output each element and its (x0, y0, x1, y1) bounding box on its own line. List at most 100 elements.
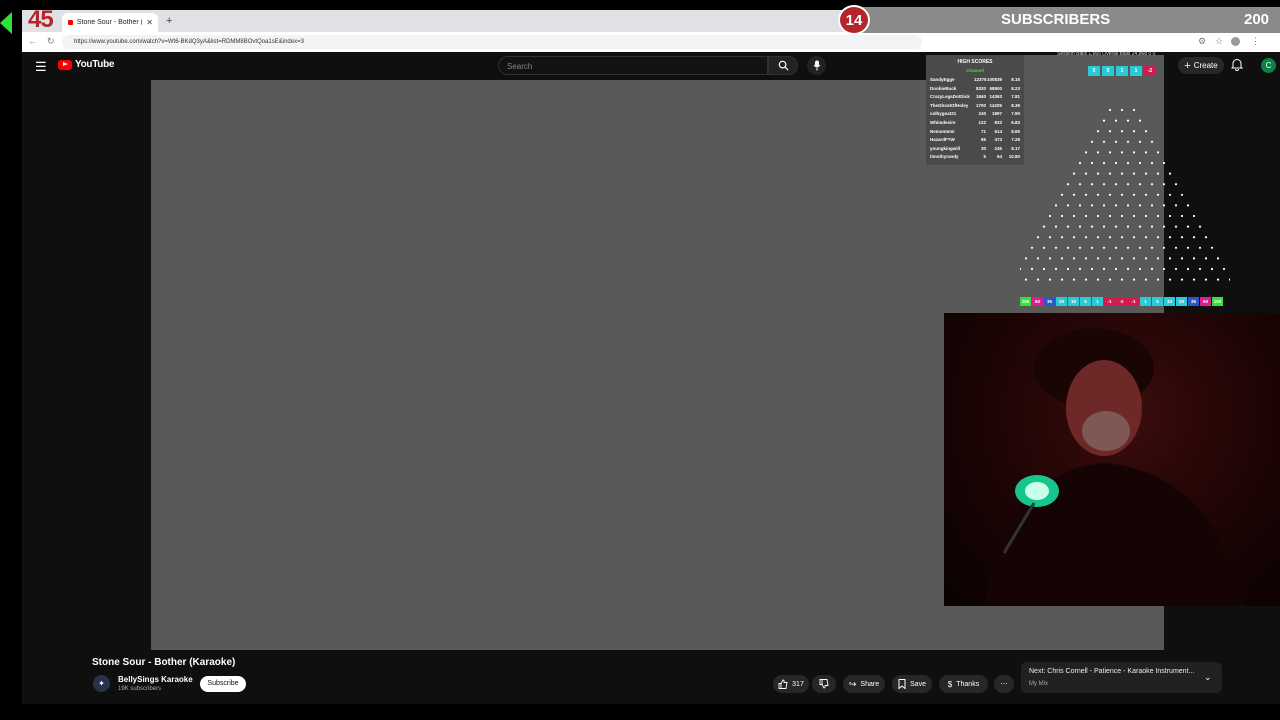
close-tab-icon[interactable]: ✕ (146, 18, 153, 27)
plinko-peg (1072, 214, 1076, 218)
plinko-peg (1150, 161, 1154, 165)
youtube-play-icon (58, 59, 72, 70)
plinko-peg (1150, 204, 1154, 207)
plinko-peg (1090, 161, 1094, 165)
plinko-score-slot: 50 (1200, 297, 1211, 306)
thanks-button[interactable]: $ Thanks (939, 675, 988, 693)
plinko-peg (1054, 204, 1058, 207)
plinko-peg (1048, 257, 1052, 260)
plinko-peg (1186, 225, 1190, 228)
subscribe-button[interactable]: Subscribe (200, 676, 246, 692)
plinko-peg (1096, 130, 1100, 133)
plinko-peg (1114, 161, 1118, 165)
plinko-peg (1084, 193, 1088, 196)
youtube-logo-text: YouTube (75, 59, 115, 70)
plinko-peg (1132, 108, 1136, 112)
plinko-peg (1138, 140, 1142, 143)
plinko-peg (1078, 246, 1082, 249)
plinko-peg (1102, 140, 1106, 143)
account-avatar[interactable]: C (1261, 58, 1276, 73)
plinko-peg (1210, 246, 1214, 249)
plinko-peg (1042, 225, 1046, 228)
more-actions-button[interactable]: ⋯ (994, 675, 1014, 693)
hamburger-menu-icon[interactable]: ☰ (35, 59, 47, 75)
high-score-name: Nemontemi (930, 128, 955, 134)
plinko-score-slot: 10 (1164, 297, 1175, 306)
like-count: 317 (792, 680, 804, 688)
plinko-peg (1174, 267, 1178, 271)
plinko-peg (1144, 172, 1148, 175)
plinko-score-slot: 35 (1188, 297, 1199, 306)
high-score-value: 122 (978, 120, 986, 125)
high-score-name: CrazyLegsDotDick (930, 94, 970, 100)
plinko-peg (1102, 183, 1106, 186)
high-score-value: 833 (994, 120, 1002, 125)
back-icon[interactable]: ← (28, 36, 37, 46)
plinko-peg (1090, 267, 1094, 271)
plinko-peg (1066, 183, 1070, 186)
plinko-peg (1198, 246, 1202, 249)
plinko-peg (1192, 236, 1196, 239)
search-button[interactable] (768, 56, 798, 75)
dislike-button[interactable] (812, 675, 836, 693)
plinko-peg (1132, 130, 1136, 133)
plinko-peg (1108, 108, 1112, 112)
plinko-peg (1192, 278, 1196, 281)
plinko-peg (1192, 257, 1196, 260)
bookmark-icon[interactable]: ☆ (1215, 36, 1223, 47)
extensions-icon[interactable]: ⚙ (1198, 36, 1206, 47)
share-button[interactable]: ↪ Share (843, 675, 885, 693)
url-input[interactable]: https://www.youtube.com/watch?v=Wt6-BKdQ… (62, 35, 922, 49)
plinko-peg (1132, 278, 1136, 281)
notifications-button[interactable] (1230, 58, 1244, 76)
plinko-peg (1162, 225, 1166, 228)
search-input[interactable]: Search (498, 56, 768, 75)
plinko-peg (1126, 246, 1130, 249)
high-score-row: DoobieBuck 8320 68500 8.23 (930, 86, 1022, 91)
plinko-peg (1072, 236, 1076, 239)
create-button[interactable]: + Create (1178, 57, 1224, 74)
plinko-peg (1024, 257, 1028, 260)
like-button[interactable]: 317 (773, 675, 809, 693)
channel-name[interactable]: BellySings Karaoke (118, 675, 193, 684)
plinko-peg (1138, 267, 1142, 271)
plinko-peg (1114, 225, 1118, 228)
plinko-peg (1084, 278, 1088, 281)
plinko-peg (1132, 193, 1136, 196)
plinko-peg (1198, 225, 1202, 228)
plinko-peg (1036, 278, 1040, 281)
plinko-peg (1150, 183, 1154, 186)
browser-tab[interactable]: Stone Sour - Bother (Karaoke) ✕ (62, 13, 158, 32)
plinko-peg (1210, 267, 1214, 271)
plinko-peg (1174, 204, 1178, 207)
up-next-panel[interactable] (1021, 662, 1222, 693)
plinko-pegs (1020, 108, 1230, 281)
profile-icon[interactable] (1231, 37, 1240, 46)
plinko-peg (1114, 246, 1118, 249)
save-button[interactable]: Save (892, 675, 932, 693)
voice-search-button[interactable] (807, 56, 826, 75)
new-tab-icon[interactable]: + (166, 15, 172, 27)
plinko-peg (1066, 267, 1070, 271)
high-score-name: timothyrandy (930, 154, 959, 160)
reload-icon[interactable]: ↻ (47, 36, 55, 47)
subscriber-goal-target: 200 (1244, 11, 1270, 28)
plinko-peg (1096, 172, 1100, 175)
plinko-peg (1180, 193, 1184, 196)
plinko-peg (1090, 225, 1094, 228)
plinko-top-slot: 5 (1088, 66, 1100, 76)
channel-avatar[interactable]: ✦ (93, 675, 110, 692)
plinko-peg (1102, 161, 1106, 165)
plinko-peg (1120, 214, 1124, 218)
plinko-peg (1048, 278, 1052, 281)
plinko-peg (1156, 278, 1160, 281)
plinko-peg (1020, 267, 1022, 271)
high-score-value: 54 (996, 154, 1002, 160)
up-next-playlist: My Mix (1029, 681, 1048, 687)
plinko-peg (1066, 246, 1070, 249)
high-score-value: 1897 (991, 111, 1002, 117)
chevron-down-icon[interactable]: ⌄ (1204, 672, 1212, 683)
youtube-logo[interactable]: YouTube (58, 59, 115, 70)
plinko-score-slot: 100 (1020, 297, 1031, 306)
browser-menu-icon[interactable]: ⋮ (1251, 36, 1260, 47)
